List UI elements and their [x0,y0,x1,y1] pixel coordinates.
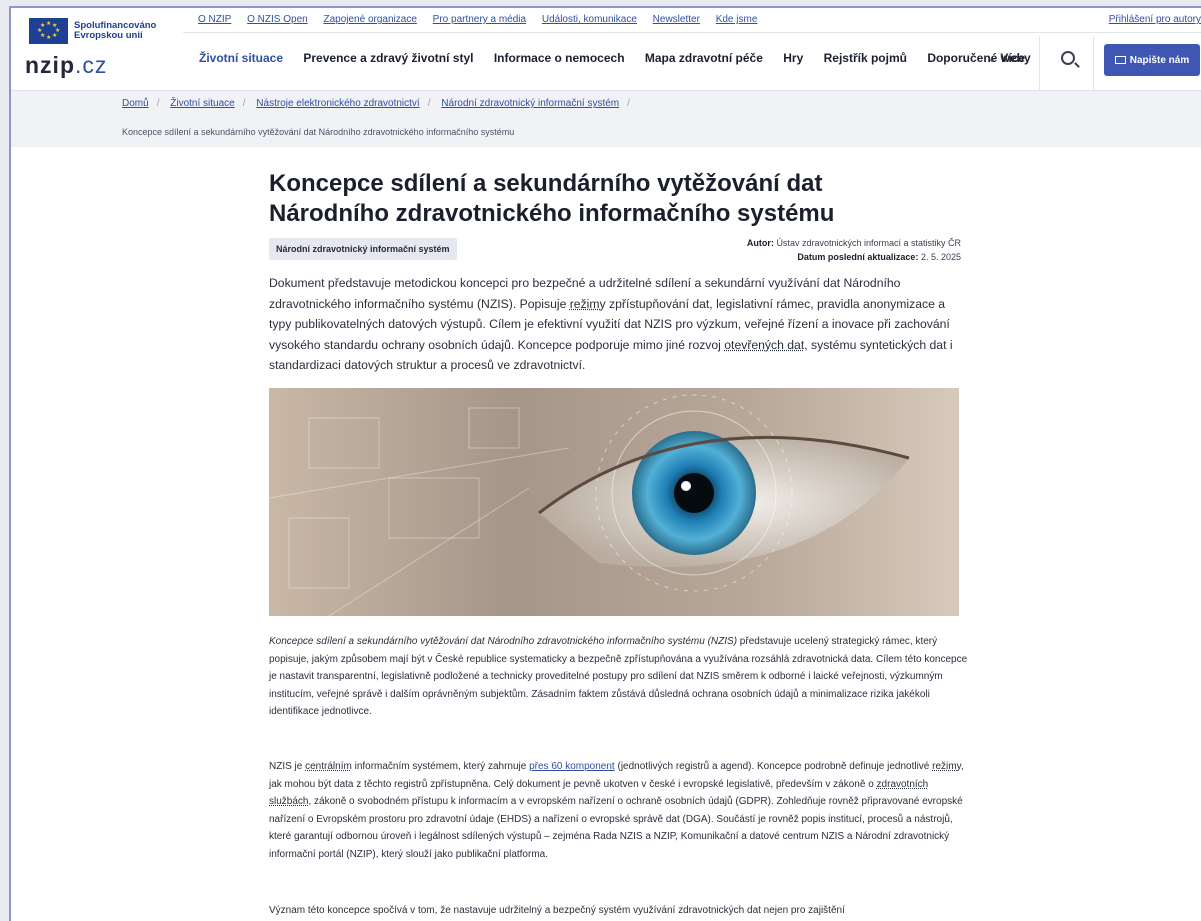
paragraph-emphasis: Koncepce sdílení a sekundárního vytěžová… [269,636,738,647]
nav-separator [1039,36,1040,90]
breadcrumb-item-nastroje[interactable]: Nástroje elektronického zdravotnictví [256,98,419,109]
paragraph-text: NZIS je [269,761,306,772]
main-navigation: Životní situace Prevence a zdravý životn… [199,51,1048,65]
eu-cofunding-text: Spolufinancováno Evropskou unií [74,21,156,41]
nav-zivotni-situace[interactable]: Životní situace [199,51,283,65]
toplink-kde-jsme[interactable]: Kde jsme [716,14,758,25]
breadcrumb-links: Domů / Životní situace / Nástroje elektron… [122,98,630,109]
nav-prevence[interactable]: Prevence a zdravý životní styl [303,51,473,65]
browser-page: ★ ★ ★ ★ ★ ★ ★ ★ Spolufinancováno Evropskou unií… [0,0,1201,921]
logo-brand: nzip [25,52,75,78]
article-paragraph-2: NZIS je centrálním informačním systémem,… [269,758,969,863]
breadcrumb-item-nzis[interactable]: Národní zdravotnický informační systém [441,98,619,109]
mail-icon [1114,56,1126,64]
term-centralnim[interactable]: centrálním [305,761,352,772]
link-60-komponent[interactable]: přes 60 komponent [529,761,615,772]
site-header: ★ ★ ★ ★ ★ ★ ★ ★ Spolufinancováno Evropskou unií… [11,8,1201,90]
hero-eye-illustration [269,388,959,616]
toplink-udalosti[interactable]: Události, komunikace [542,14,637,25]
toplink-pro-partnery[interactable]: Pro partnery a média [433,14,526,25]
nav-informace-o-nemocech[interactable]: Informace o nemocech [494,51,625,65]
search-icon[interactable] [1061,51,1075,65]
article-page: Koncepce sdílení a sekundárního vytěžová… [11,147,1201,921]
toplink-newsletter[interactable]: Newsletter [653,14,700,25]
nav-more-label: Více [1000,51,1026,65]
breadcrumb-item-domu[interactable]: Domů [122,98,149,109]
breadcrumb: Domů / Životní situace / Nástroje elektron… [11,90,1201,148]
hero-image [269,388,959,616]
updated-value: 2. 5. 2025 [920,252,961,262]
logo-tld: .cz [75,52,108,78]
eu-cofunding-badge: ★ ★ ★ ★ ★ ★ ★ ★ Spolufinancováno Evropskou unií [29,16,156,46]
updated-label: Datum poslední aktualizace: [797,252,919,262]
breadcrumb-item-zivotni-situace[interactable]: Životní situace [170,98,234,109]
toplink-o-nzis-open[interactable]: O NZIS Open [247,14,308,25]
eu-line2: Evropskou unií [74,30,143,41]
nav-mapa-zdravotni-pece[interactable]: Mapa zdravotní péče [645,51,763,65]
paragraph-text: informačním systémem, který zahrnuje [351,761,530,772]
toplink-o-nzip[interactable]: O NZIP [198,14,231,25]
nzip-logo[interactable]: nzip.cz [25,52,107,79]
page-title: Koncepce sdílení a sekundárního vytěžová… [269,169,969,229]
title-line-2: Národního zdravotnického informačního sy… [269,200,835,227]
nav-more-dropdown[interactable]: ⌄ Více [987,51,1025,65]
title-line-1: Koncepce sdílení a sekundárního vytěžová… [269,170,823,197]
paragraph-text: , zákoně o svobodném přístupu k informac… [269,796,963,860]
header-divider [183,32,1201,33]
toplink-zapojene-organizace[interactable]: Zapojené organizace [323,14,416,25]
article-paragraph-1: Koncepce sdílení a sekundárního vytěžová… [269,633,969,721]
nav-rejstrik-pojmu[interactable]: Rejstřík pojmů [824,51,907,65]
eu-flag-icon: ★ ★ ★ ★ ★ ★ ★ ★ [29,18,68,44]
author-value: Ústav zdravotnických informací a statist… [776,238,961,248]
author-login-link[interactable]: Přihlášení pro autory [1109,14,1201,25]
nav-separator [1093,36,1094,90]
write-us-button[interactable]: Napište nám [1104,44,1200,76]
term-rezimy[interactable]: režimy [570,297,606,311]
category-tag[interactable]: Národní zdravotnický informační systém [269,238,457,260]
article-paragraph-3: Význam této koncepce spočívá v tom, že n… [269,905,845,916]
breadcrumb-current: Koncepce sdílení a sekundárního vytěžová… [122,127,515,137]
paragraph-text: představuje ucelený strategický rámec, k… [269,636,968,717]
article-meta: Autor: Ústav zdravotnických informací a … [747,236,961,264]
paragraph-text: (jednotlivých registrů a agend). Koncepc… [614,761,933,772]
chevron-down-icon: ⌄ [987,51,1001,65]
author-label: Autor: [746,238,774,248]
term-rezimy[interactable]: režimy [932,761,961,772]
top-links: O NZIP O NZIS Open Zapojené organizace P… [198,14,770,25]
nav-hry[interactable]: Hry [783,51,803,65]
article-lead: Dokument představuje metodickou koncepci… [269,273,969,376]
term-otevrena-data[interactable]: otevřených dat [724,338,804,352]
write-us-label: Napište nám [1129,54,1190,66]
